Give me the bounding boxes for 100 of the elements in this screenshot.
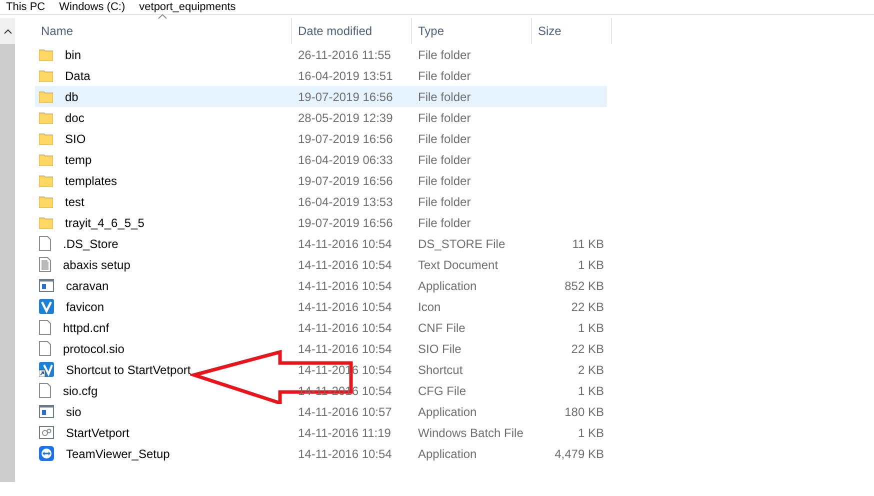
date-modified: 16-04-2019 13:53 — [297, 194, 394, 208]
file-row[interactable]: SIO 19-07-2019 16:56 File folder — [35, 128, 607, 149]
file-name: sio.cfg — [62, 384, 98, 398]
file-row[interactable]: caravan 14-11-2016 10:54 Application 852 KB — [35, 275, 607, 296]
date-modified: 14-11-2016 10:54 — [297, 258, 393, 272]
file-name: temp — [64, 152, 92, 166]
file-name: test — [64, 194, 84, 208]
date-modified: 28-05-2019 12:39 — [297, 110, 394, 124]
application-icon — [39, 405, 54, 418]
file-name: TeamViewer_Setup — [65, 446, 170, 460]
column-header[interactable]: Name — [35, 18, 292, 44]
file-row[interactable]: protocol.sio 14-11-2016 10:54 SIO File 22 KB — [35, 338, 607, 359]
file-row[interactable]: templates 19-07-2019 16:56 File folder — [35, 170, 607, 191]
file-name: SIO — [64, 132, 86, 146]
breadcrumb-item[interactable]: This PC — [6, 1, 46, 13]
file-row[interactable]: db 19-07-2019 16:56 File folder — [35, 86, 607, 107]
file-name: doc — [64, 110, 84, 124]
folder-icon — [39, 174, 53, 186]
file-type: Text Document — [417, 258, 500, 272]
file-type: Application — [417, 446, 478, 460]
column-header[interactable]: Date modified — [292, 18, 412, 44]
file-name: protocol.sio — [62, 342, 124, 356]
file-row[interactable]: temp 16-04-2019 06:33 File folder — [35, 149, 607, 170]
file-name: bin — [64, 48, 82, 62]
file-row[interactable]: sio 14-11-2016 10:57 Application 180 KB — [35, 401, 607, 422]
file-icon — [39, 383, 51, 398]
date-modified: 14-11-2016 10:54 — [297, 320, 393, 334]
file-name: caravan — [65, 278, 109, 292]
file-name: db — [64, 90, 78, 104]
date-modified: 19-07-2019 16:56 — [297, 132, 394, 146]
file-type: Application — [417, 404, 478, 418]
file-row[interactable]: doc 28-05-2019 12:39 File folder — [35, 107, 607, 128]
file-row[interactable]: .DS_Store 14-11-2016 10:54 DS_STORE File 11 KB — [35, 233, 607, 254]
folder-icon — [39, 112, 53, 124]
file-size: 11 KB — [571, 236, 605, 250]
date-modified: 14-11-2016 10:54 — [297, 342, 393, 356]
file-icon — [39, 341, 51, 356]
file-row[interactable]: abaxis setup 14-11-2016 10:54 Text Document 1 KB — [35, 254, 607, 275]
file-name: .DS_Store — [62, 236, 118, 250]
folder-icon — [39, 216, 53, 228]
date-modified: 14-11-2016 10:54 — [297, 384, 393, 398]
date-modified: 19-07-2019 16:56 — [297, 90, 394, 104]
shortcut-icon — [39, 362, 54, 377]
file-icon — [39, 320, 51, 335]
file-name: Data — [64, 68, 90, 82]
v-logo-icon — [39, 299, 54, 314]
date-modified: 16-04-2019 13:51 — [297, 68, 394, 82]
file-size: 852 KB — [564, 278, 605, 292]
file-size: 1 KB — [576, 320, 605, 334]
file-row[interactable]: TeamViewer_Setup 14-11-2016 10:54 Application 4,479 KB — [35, 443, 607, 464]
column-header[interactable]: Size — [532, 18, 612, 44]
file-row[interactable]: bin 26-11-2016 11:55 File folder — [35, 44, 607, 65]
file-row[interactable]: StartVetport 14-11-2016 11:19 Windows Batch File 1 KB — [35, 422, 607, 443]
date-modified: 16-04-2019 06:33 — [297, 152, 394, 166]
file-type: File folder — [417, 68, 472, 82]
file-row[interactable]: Data 16-04-2019 13:51 File folder — [35, 65, 607, 86]
file-type: CFG File — [417, 384, 467, 398]
date-modified: 14-11-2016 10:54 — [297, 300, 393, 314]
file-name: StartVetport — [65, 426, 130, 440]
file-size: 1 KB — [576, 384, 605, 398]
file-name: httpd.cnf — [62, 320, 110, 334]
file-type: Shortcut — [417, 362, 464, 376]
arrows-circle-icon — [39, 446, 54, 461]
chevron-up-icon — [4, 28, 12, 34]
file-type: SIO File — [417, 342, 462, 356]
date-modified: 26-11-2016 11:55 — [297, 48, 392, 62]
file-name: abaxis setup — [62, 258, 130, 272]
folder-icon — [39, 48, 53, 60]
file-row[interactable]: test 16-04-2019 13:53 File folder — [35, 191, 607, 212]
file-type: File folder — [417, 110, 472, 124]
folder-icon — [39, 132, 53, 144]
file-type: Windows Batch File — [417, 426, 524, 440]
scrollbar-thumb[interactable] — [0, 44, 15, 482]
file-type: File folder — [417, 152, 472, 166]
file-type: DS_STORE File — [417, 236, 506, 250]
application-icon — [39, 279, 54, 292]
scroll-up-button[interactable] — [0, 18, 15, 44]
file-type: CNF File — [417, 320, 466, 334]
file-row[interactable]: httpd.cnf 14-11-2016 10:54 CNF File 1 KB — [35, 317, 607, 338]
file-row[interactable]: trayit_4_6_5_5 19-07-2019 16:56 File folder — [35, 212, 607, 233]
date-modified: 19-07-2019 16:56 — [297, 216, 394, 230]
date-modified: 14-11-2016 10:57 — [297, 404, 393, 418]
file-name: sio — [65, 404, 82, 418]
breadcrumb-item[interactable]: Windows (C:) — [59, 1, 126, 13]
breadcrumb-item[interactable]: vetport_equipments — [139, 1, 236, 13]
date-modified: 14-11-2016 10:54 — [297, 278, 393, 292]
column-header[interactable]: Type — [412, 18, 532, 44]
file-type: Icon — [417, 300, 442, 314]
text-file-icon — [39, 257, 51, 272]
file-type: File folder — [417, 216, 472, 230]
folder-icon — [39, 196, 53, 208]
gears-icon — [39, 426, 54, 439]
date-modified: 14-11-2016 11:19 — [297, 426, 392, 440]
file-name: Shortcut to StartVetport — [65, 362, 191, 376]
date-modified: 14-11-2016 10:54 — [297, 236, 393, 250]
file-row[interactable]: favicon 14-11-2016 10:54 Icon 22 KB — [35, 296, 607, 317]
file-size: 180 KB — [564, 404, 605, 418]
file-type: File folder — [417, 90, 472, 104]
file-icon — [39, 236, 51, 251]
file-row[interactable]: sio.cfg 14-11-2016 10:54 CFG File 1 KB — [35, 380, 607, 401]
